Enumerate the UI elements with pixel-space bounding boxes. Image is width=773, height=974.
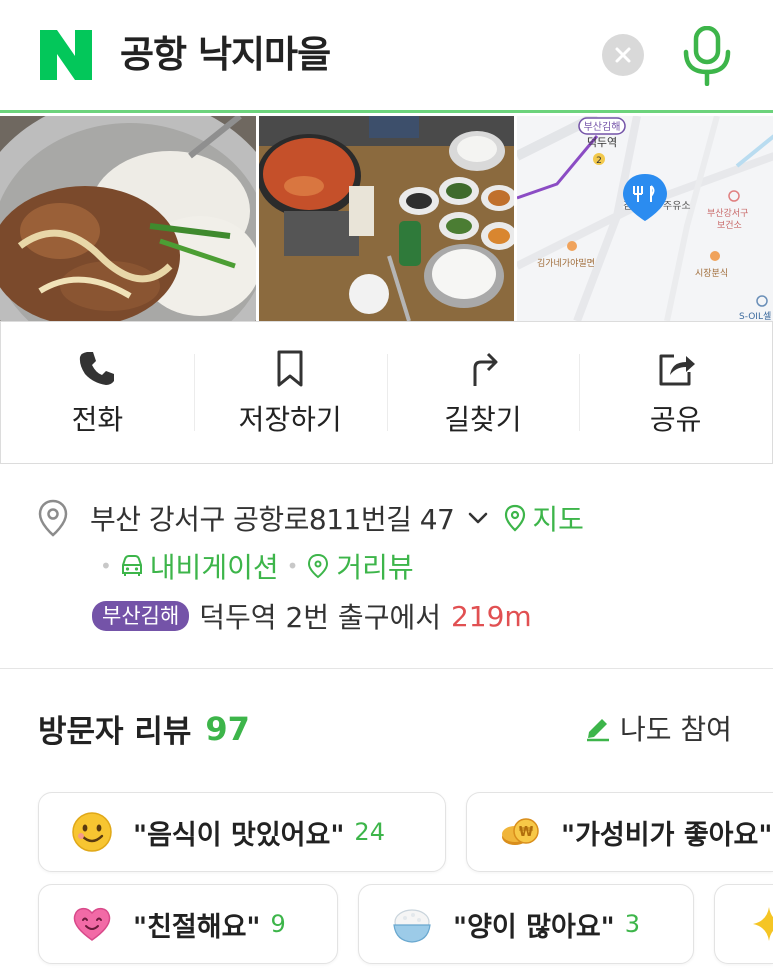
clear-search-button[interactable] [602, 34, 644, 76]
food-photo-1[interactable] [0, 116, 256, 321]
save-button[interactable]: 저장하기 [193, 322, 387, 463]
subway-line-badge: 부산김해 [92, 601, 190, 631]
station-distance: 219m [450, 599, 532, 633]
reviews-title: 방문자 리뷰 [38, 714, 192, 750]
navigation-link[interactable]: 내비게이션 [120, 546, 279, 586]
map-pin-outline-icon [505, 504, 526, 532]
visitor-reviews-header[interactable]: 방문자 리뷰 97 [38, 706, 250, 751]
street-view-pin-icon [308, 553, 329, 579]
share-label: 공유 [649, 402, 702, 436]
naver-logo-icon[interactable] [40, 30, 92, 80]
coin-emoji-icon: ₩ [502, 818, 539, 845]
map-link-label: 지도 [532, 503, 584, 536]
phone-icon [80, 351, 115, 385]
navigation-links: • 내비게이션 • 거리뷰 [92, 546, 414, 586]
save-label: 저장하기 [238, 402, 342, 436]
call-label: 전화 [71, 402, 124, 436]
reviews-count: 97 [205, 709, 250, 748]
directions-icon [473, 352, 498, 386]
chevron-down-icon[interactable] [466, 506, 490, 530]
review-chip-count: 3 [624, 910, 641, 938]
review-chip-count: 24 [354, 818, 385, 846]
review-chip-text: "가성비가 좋아요" [561, 819, 773, 851]
review-chip-friendly[interactable]: "친절해요" 9 [38, 884, 338, 964]
map-label-gas: 주유소 [663, 200, 691, 212]
subway-info: 부산김해 덕두역 2번 출구에서 219m [92, 596, 532, 636]
search-query[interactable]: 공항 낙지마을 [120, 30, 331, 80]
map-line-badge: 부산김해 [584, 120, 621, 133]
action-bar: 전화 저장하기 길찾기 공유 [0, 321, 773, 464]
photo-strip: 부산김해 덕두역 2 김 주유소 부산강서구 보건소 김가네가야밀면 시장분식 … [0, 116, 773, 321]
review-chip-count: 9 [270, 910, 286, 938]
map-label-bottom: S-OIL셀 [739, 311, 771, 321]
review-chip-more[interactable] [714, 884, 773, 964]
pencil-icon [587, 719, 609, 742]
rice-bowl-emoji-icon [393, 909, 431, 943]
review-chip-text: "양이 많아요" [453, 911, 615, 943]
review-chip-value[interactable]: ₩ "가성비가 좋아요" [466, 792, 773, 872]
station-exit-text: 덕두역 2번 출구에서 [199, 601, 441, 634]
street-view-label: 거리뷰 [336, 551, 414, 584]
map-station-label: 덕두역 [587, 136, 617, 149]
map-link[interactable]: 지도 [504, 498, 584, 538]
navigation-label: 내비게이션 [149, 551, 279, 584]
share-icon [659, 354, 695, 385]
directions-button[interactable]: 길찾기 [386, 322, 580, 463]
map-label-restaurant-1: 김가네가야밀면 [537, 257, 595, 269]
map-thumbnail[interactable]: 부산김해 덕두역 2 김 주유소 부산강서구 보건소 김가네가야밀면 시장분식 … [517, 116, 773, 321]
street-view-link[interactable]: 거리뷰 [306, 546, 414, 586]
review-chip-text: "친절해요" [133, 911, 261, 943]
join-review-button[interactable]: 나도 참여 [584, 708, 732, 748]
car-icon [121, 555, 142, 576]
smile-emoji-icon [72, 812, 112, 852]
map-station-number: 2 [596, 156, 602, 166]
map-label-restaurant-2: 시장분식 [695, 268, 728, 279]
review-chip-tasty[interactable]: "음식이 맛있어요" 24 [38, 792, 446, 872]
microphone-icon[interactable] [680, 26, 734, 86]
search-header: 공항 낙지마을 [0, 0, 773, 113]
call-button[interactable]: 전화 [1, 322, 194, 463]
svg-text:부산강서구: 부산강서구 [707, 208, 748, 219]
bookmark-icon [277, 350, 303, 386]
address-row: 부산 강서구 공항로811번길 47 지도 [38, 498, 584, 538]
svg-text:₩: ₩ [519, 825, 534, 840]
heart-emoji-icon [73, 907, 111, 941]
svg-text:보건소: 보건소 [717, 220, 742, 231]
share-button[interactable]: 공유 [579, 322, 772, 463]
close-icon [615, 47, 631, 63]
join-review-label: 나도 참여 [620, 713, 732, 746]
address-text: 부산 강서구 공항로811번길 47 [90, 503, 455, 536]
location-pin-icon [38, 499, 68, 537]
food-photo-2[interactable] [259, 116, 514, 321]
review-chip-portion[interactable]: "양이 많아요" 3 [358, 884, 694, 964]
directions-label: 길찾기 [444, 402, 522, 436]
sparkle-emoji-icon [753, 907, 773, 941]
review-chip-text: "음식이 맛있어요" [133, 819, 345, 851]
section-divider [0, 668, 773, 669]
